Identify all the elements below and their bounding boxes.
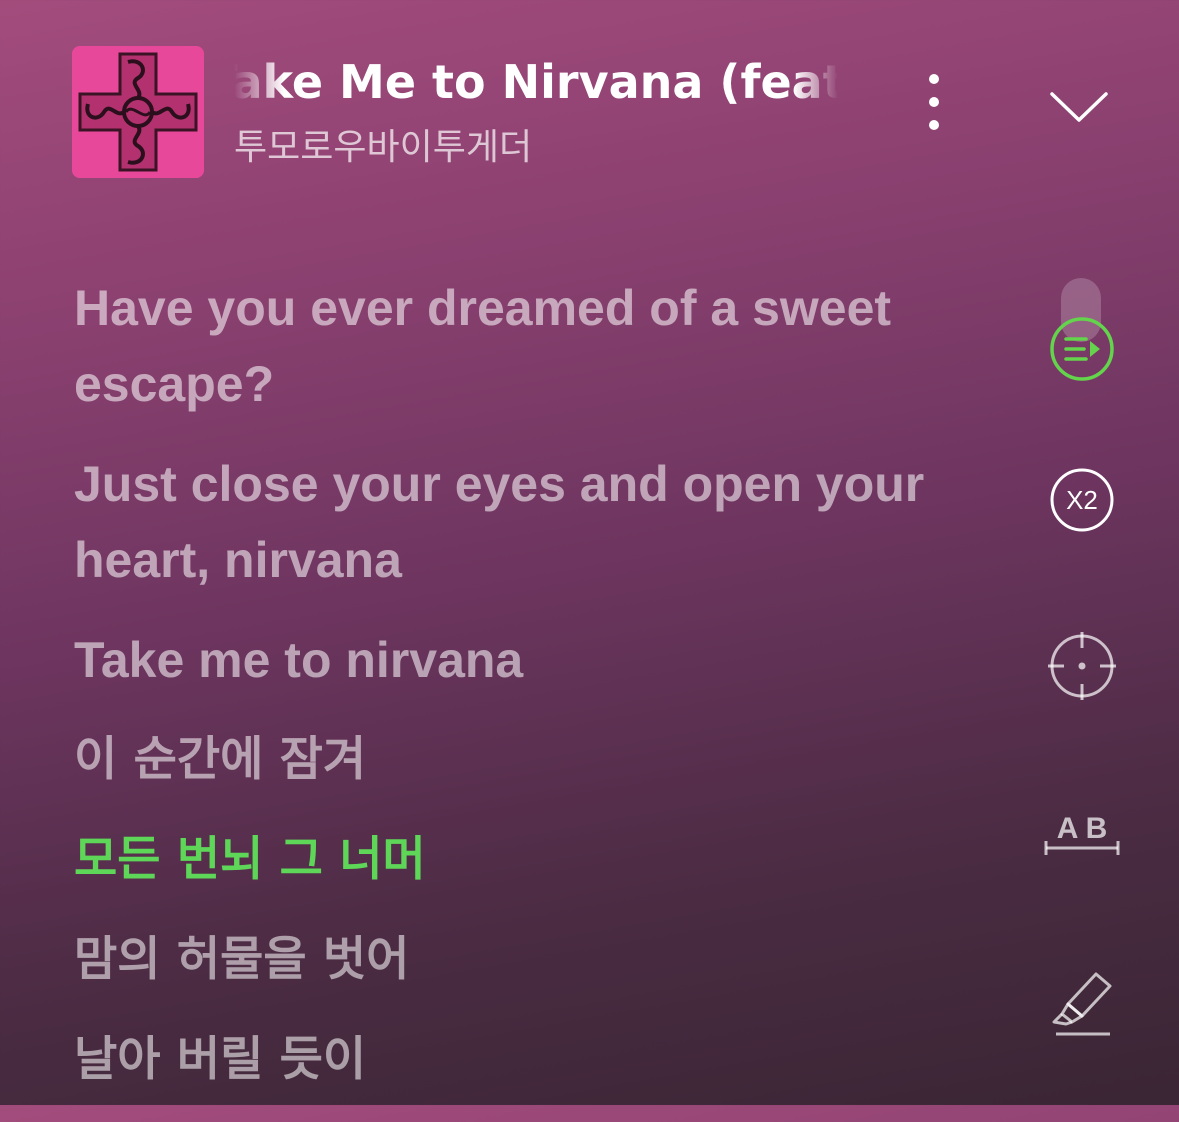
lyric-line-current[interactable]: 모든 번뇌 그 너머 (74, 822, 954, 898)
crosshair-icon (1048, 632, 1116, 700)
more-options-button[interactable] (914, 70, 954, 134)
speed-circle-icon: X2 (1050, 468, 1114, 532)
highlighter-icon (1052, 972, 1112, 1036)
more-vertical-icon-dot (929, 120, 939, 130)
lyric-line[interactable]: Have you ever dreamed of a sweet escape? (74, 270, 954, 422)
lyrics-list[interactable]: Have you ever dreamed of a sweet escape?… (74, 270, 954, 1122)
cross-emblem-image (72, 46, 204, 178)
chevron-down-icon (1050, 92, 1108, 122)
player-header: Take Me to Nirvana (feat. 万妮达) 투모로우바이투게더 (0, 0, 1179, 210)
lyric-line[interactable]: Take me to nirvana (74, 622, 954, 698)
lyric-line[interactable]: Just close your eyes and open your heart… (74, 446, 954, 598)
lyrics-side-controls: X2 A B (1040, 270, 1130, 1105)
collapse-player-button[interactable] (1044, 76, 1114, 136)
more-vertical-icon (929, 74, 939, 84)
speed-label: X2 (1066, 485, 1098, 515)
artist-name[interactable]: 투모로우바이투게더 (234, 124, 532, 172)
repeat-ab-button[interactable]: A B (1040, 800, 1124, 872)
playback-speed-button[interactable]: X2 (1046, 464, 1118, 536)
more-vertical-icon-dot (929, 97, 939, 107)
song-title-marquee: Take Me to Nirvana (feat. 万妮达) (234, 52, 838, 112)
lyric-line[interactable]: 날아 버릴 듯이 (74, 1022, 954, 1098)
play-queue-button[interactable] (1046, 313, 1118, 385)
repeat-ab-label: A B (1057, 812, 1108, 845)
album-art[interactable] (72, 46, 204, 178)
play-queue-icon (1050, 317, 1114, 381)
focus-current-lyric-button[interactable] (1046, 630, 1118, 702)
highlight-lyrics-button[interactable] (1044, 964, 1124, 1044)
lyric-line[interactable]: 이 순간에 잠겨 (74, 722, 954, 798)
lyric-line[interactable]: 맘의 허물을 벗어 (74, 922, 954, 998)
song-title: Take Me to Nirvana (feat. 万妮达) (234, 55, 838, 109)
ab-repeat-icon: A B (1044, 812, 1120, 855)
